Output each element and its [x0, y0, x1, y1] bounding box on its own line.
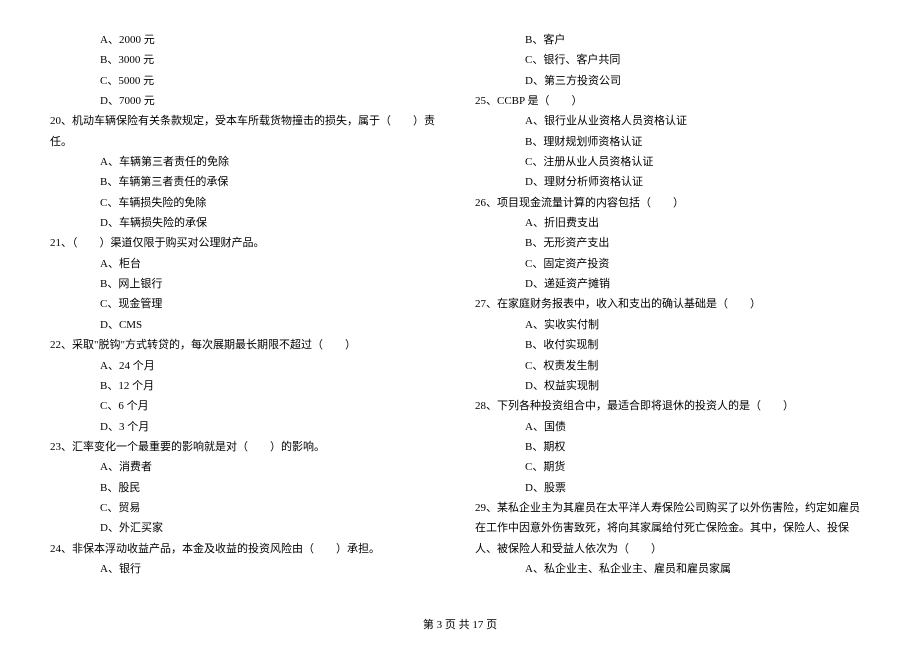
q28-option-c: C、期货 [475, 457, 870, 477]
q27-option-a: A、实收实付制 [475, 315, 870, 335]
q20-option-b: B、车辆第三者责任的承保 [50, 172, 445, 192]
q25-option-d: D、理财分析师资格认证 [475, 172, 870, 192]
q20-option-d: D、车辆损失险的承保 [50, 213, 445, 233]
q26-option-a: A、折旧费支出 [475, 213, 870, 233]
q25-option-a: A、银行业从业资格人员资格认证 [475, 111, 870, 131]
q22-option-a: A、24 个月 [50, 356, 445, 376]
q21-option-b: B、网上银行 [50, 274, 445, 294]
q24-option-d: D、第三方投资公司 [475, 71, 870, 91]
q23-option-b: B、股民 [50, 478, 445, 498]
q22-option-d: D、3 个月 [50, 417, 445, 437]
q27-option-b: B、收付实现制 [475, 335, 870, 355]
q19-option-a: A、2000 元 [50, 30, 445, 50]
q26-option-b: B、无形资产支出 [475, 233, 870, 253]
q24-option-b: B、客户 [475, 30, 870, 50]
q21-stem: 21、（ ）渠道仅限于购买对公理财产品。 [50, 233, 445, 253]
q19-option-c: C、5000 元 [50, 71, 445, 91]
q28-stem: 28、下列各种投资组合中，最适合即将退休的投资人的是（ ） [475, 396, 870, 416]
q20-option-c: C、车辆损失险的免除 [50, 193, 445, 213]
q22-option-c: C、6 个月 [50, 396, 445, 416]
q23-stem: 23、汇率变化一个最重要的影响就是对（ ）的影响。 [50, 437, 445, 457]
right-column: B、客户 C、银行、客户共同 D、第三方投资公司 25、CCBP 是（ ） A、… [475, 30, 870, 579]
q27-option-c: C、权责发生制 [475, 356, 870, 376]
q26-option-d: D、递延资产摊销 [475, 274, 870, 294]
q23-option-c: C、贸易 [50, 498, 445, 518]
q21-option-a: A、柜台 [50, 254, 445, 274]
q28-option-d: D、股票 [475, 478, 870, 498]
q24-stem: 24、非保本浮动收益产品，本金及收益的投资风险由（ ）承担。 [50, 539, 445, 559]
q21-option-c: C、现金管理 [50, 294, 445, 314]
left-column: A、2000 元 B、3000 元 C、5000 元 D、7000 元 20、机… [50, 30, 445, 579]
q29-stem: 29、某私企业主为其雇员在太平洋人寿保险公司购买了以外伤害险，约定如雇员在工作中… [475, 498, 870, 559]
q28-option-b: B、期权 [475, 437, 870, 457]
q25-stem: 25、CCBP 是（ ） [475, 91, 870, 111]
q19-option-b: B、3000 元 [50, 50, 445, 70]
q19-option-d: D、7000 元 [50, 91, 445, 111]
q24-option-a: A、银行 [50, 559, 445, 579]
q25-option-b: B、理财规划师资格认证 [475, 132, 870, 152]
q25-option-c: C、注册从业人员资格认证 [475, 152, 870, 172]
q27-stem: 27、在家庭财务报表中，收入和支出的确认基础是（ ） [475, 294, 870, 314]
q21-option-d: D、CMS [50, 315, 445, 335]
q26-option-c: C、固定资产投资 [475, 254, 870, 274]
q20-option-a: A、车辆第三者责任的免除 [50, 152, 445, 172]
q26-stem: 26、项目现金流量计算的内容包括（ ） [475, 193, 870, 213]
q22-stem: 22、采取"脱钩"方式转贷的，每次展期最长期限不超过（ ） [50, 335, 445, 355]
q20-stem: 20、机动车辆保险有关条款规定，受本车所载货物撞击的损失，属于（ ）责任。 [50, 111, 445, 152]
q27-option-d: D、权益实现制 [475, 376, 870, 396]
q22-option-b: B、12 个月 [50, 376, 445, 396]
q23-option-d: D、外汇买家 [50, 518, 445, 538]
q24-option-c: C、银行、客户共同 [475, 50, 870, 70]
q29-option-a: A、私企业主、私企业主、雇员和雇员家属 [475, 559, 870, 579]
page-footer: 第 3 页 共 17 页 [0, 616, 920, 632]
exam-page: A、2000 元 B、3000 元 C、5000 元 D、7000 元 20、机… [0, 0, 920, 579]
q23-option-a: A、消费者 [50, 457, 445, 477]
q28-option-a: A、国债 [475, 417, 870, 437]
